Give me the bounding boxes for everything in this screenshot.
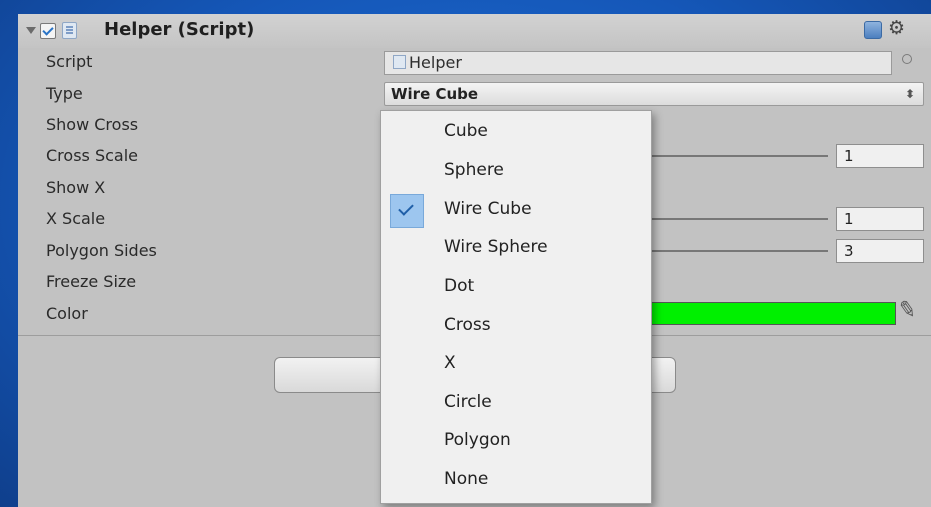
cross-scale-slider[interactable] [650,155,828,157]
dropdown-option-cube[interactable]: Cube [381,115,651,149]
script-label: Script [46,52,93,71]
dropdown-option-sphere[interactable]: Sphere [381,154,651,188]
polygon-sides-field[interactable]: 3 [836,239,924,263]
help-book-icon[interactable] [864,21,882,39]
cross-scale-field[interactable]: 1 [836,144,924,168]
object-picker-icon[interactable] [902,54,912,64]
foldout-arrow-icon[interactable] [26,27,36,34]
script-value: Helper [409,53,462,72]
dropdown-option-wire-cube[interactable]: Wire Cube [381,193,651,228]
polygon-sides-value: 3 [844,242,854,260]
cross-scale-label: Cross Scale [46,146,138,165]
type-popup[interactable]: Wire Cube ⬍ [384,82,924,106]
script-file-icon [393,55,406,69]
freeze-size-label: Freeze Size [46,272,137,291]
option-label: Wire Sphere [444,237,548,257]
option-label: Circle [444,392,492,412]
option-label: Polygon [444,430,511,450]
option-label: Cube [444,121,488,141]
x-scale-value: 1 [844,210,854,228]
dropdown-option-polygon[interactable]: Polygon [381,424,651,458]
dropdown-option-cross[interactable]: Cross [381,309,651,343]
type-value: Wire Cube [391,85,479,103]
type-label: Type [46,84,83,103]
script-object-field[interactable]: Helper [384,51,892,75]
eyedropper-icon[interactable]: ✎ [896,297,918,325]
popup-arrows-icon: ⬍ [904,87,915,101]
option-label: X [444,353,456,373]
gear-icon[interactable]: ⚙ [888,17,905,39]
option-label: Sphere [444,160,504,180]
enable-checkbox-icon[interactable] [40,23,56,39]
show-x-label: Show X [46,178,106,197]
dropdown-option-wire-sphere[interactable]: Wire Sphere [381,231,651,265]
show-cross-label: Show Cross [46,115,139,134]
x-scale-label: X Scale [46,209,106,228]
option-label: Dot [444,276,475,296]
option-label: Cross [444,315,491,335]
component-title: Helper (Script) [104,19,255,40]
polygon-sides-label: Polygon Sides [46,241,157,260]
x-scale-slider[interactable] [650,218,828,220]
script-file-icon [62,22,77,39]
x-scale-field[interactable]: 1 [836,207,924,231]
color-label: Color [46,304,88,323]
polygon-sides-slider[interactable] [650,250,828,252]
dropdown-option-x[interactable]: X [381,347,651,381]
component-header: Helper (Script) ⚙ [18,14,931,48]
option-label: None [444,469,489,489]
dropdown-option-none[interactable]: None [381,463,651,497]
checkmark-icon [390,194,424,228]
cross-scale-value: 1 [844,147,854,165]
color-swatch[interactable] [648,302,896,325]
option-label: Wire Cube [444,199,532,219]
type-dropdown-menu: Cube Sphere Wire Cube Wire Sphere Dot Cr… [380,110,652,504]
dropdown-option-dot[interactable]: Dot [381,270,651,304]
dropdown-option-circle[interactable]: Circle [381,386,651,420]
